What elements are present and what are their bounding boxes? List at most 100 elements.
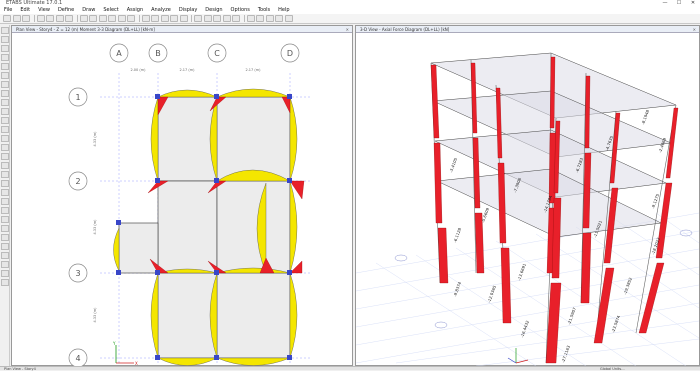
- rotate-icon[interactable]: [127, 15, 135, 22]
- force-diagram-icon[interactable]: [232, 15, 240, 22]
- force-label: -8.1948: [640, 109, 650, 126]
- draw-brace-icon[interactable]: [1, 72, 9, 79]
- plan-view-panel[interactable]: Plan View - Story4 - Z = 12 (m) Moment 3…: [11, 25, 353, 366]
- redo-icon[interactable]: [46, 15, 54, 22]
- plan-view-title: Plan View - Story4 - Z = 12 (m) Moment 3…: [16, 26, 155, 32]
- grid-label-1: 1: [75, 93, 80, 102]
- plan-view-icon[interactable]: [151, 15, 159, 22]
- draw-section-cut-icon[interactable]: [1, 126, 9, 133]
- snap-perpendicular-icon[interactable]: [1, 162, 9, 169]
- menu-tools[interactable]: Tools: [258, 7, 270, 13]
- one-story-icon[interactable]: [1, 243, 9, 250]
- toolbar-separator: [191, 15, 192, 22]
- plan-view-tab[interactable]: Plan View - Story4 - Z = 12 (m) Moment 3…: [12, 26, 352, 33]
- similar-stories-icon[interactable]: [1, 252, 9, 259]
- zoom-out-icon[interactable]: [98, 15, 107, 22]
- 3d-canvas[interactable]: -8.1948 -2.4869 -4.7635 -6.7283 -14.1784…: [356, 33, 699, 366]
- 3d-view-panel[interactable]: 3-D View - Axial Force Diagram (DL+LL) […: [355, 25, 700, 366]
- toolbar-separator: [33, 15, 35, 22]
- refresh-view-icon[interactable]: [1, 279, 9, 286]
- force-label: -27.1163: [560, 344, 571, 363]
- menu-draw[interactable]: Draw: [82, 7, 95, 13]
- snap-ends-icon[interactable]: [1, 144, 9, 151]
- force-label: -9.8374: [452, 281, 462, 298]
- force-label: -6.1128: [452, 227, 462, 244]
- dimension-label: 4.33 (m): [93, 131, 97, 147]
- zoom-fit-icon[interactable]: [108, 15, 116, 22]
- force-label: -12.0365: [486, 284, 497, 303]
- run-analysis-icon[interactable]: [65, 15, 73, 22]
- deformed-shape-icon[interactable]: [222, 15, 231, 22]
- select-all-icon[interactable]: [246, 15, 255, 22]
- reports-icon[interactable]: [284, 15, 293, 22]
- draw-column-icon[interactable]: [1, 63, 9, 70]
- pointer-icon[interactable]: [1, 27, 9, 34]
- plan-canvas[interactable]: A B C D 1 2 3 4 2.00 (m) 2.17 (m) 2.17 (…: [12, 33, 352, 366]
- 3d-view-title: 3-D View - Axial Force Diagram (DL+LL) […: [360, 26, 450, 32]
- force-label: -21.5907: [566, 306, 577, 325]
- force-label: -13.6691: [516, 262, 527, 281]
- zoom-in-icon[interactable]: [89, 15, 97, 22]
- up-story-icon[interactable]: [170, 15, 178, 22]
- display-options-icon[interactable]: [194, 15, 202, 22]
- snap-points-icon[interactable]: [1, 135, 9, 142]
- menu-analyze[interactable]: Analyze: [151, 7, 171, 13]
- menu-design[interactable]: Design: [205, 7, 222, 13]
- shrink-objects-icon[interactable]: [203, 15, 212, 22]
- menu-options[interactable]: Options: [231, 7, 250, 13]
- down-story-icon[interactable]: [179, 15, 188, 22]
- draw-wall-icon[interactable]: [1, 90, 9, 97]
- zoom-window-icon[interactable]: [79, 15, 88, 22]
- dimension-label: 2.17 (m): [245, 68, 261, 72]
- select-story-icon[interactable]: [1, 216, 9, 223]
- close-icon[interactable]: ✕: [346, 27, 349, 32]
- menu-help[interactable]: Help: [278, 7, 289, 13]
- snap-lines-icon[interactable]: [1, 171, 9, 178]
- select-window-icon[interactable]: [1, 198, 9, 205]
- lock-icon[interactable]: [55, 15, 64, 22]
- select-all-stories-icon[interactable]: [1, 225, 9, 232]
- design-icon[interactable]: [275, 15, 283, 22]
- draw-dimension-icon[interactable]: [1, 108, 9, 115]
- menu-view[interactable]: View: [38, 7, 50, 13]
- status-bar: Plan View - Story4 Global Units...: [0, 366, 700, 371]
- menu-assign[interactable]: Assign: [127, 7, 143, 13]
- grid-label-A: A: [116, 49, 122, 58]
- menu-bar: File Edit View Define Draw Select Assign…: [0, 6, 700, 14]
- select-single-icon[interactable]: [1, 189, 9, 196]
- save-icon[interactable]: [22, 15, 30, 22]
- close-icon[interactable]: ✕: [693, 27, 696, 32]
- draw-floor-icon[interactable]: [1, 81, 9, 88]
- grid-label-C: C: [214, 49, 220, 58]
- reshape-icon[interactable]: [1, 36, 9, 43]
- menu-define[interactable]: Define: [58, 7, 74, 13]
- pan-icon[interactable]: [117, 15, 126, 22]
- draw-joint-icon[interactable]: [1, 45, 9, 52]
- snap-intersections-icon[interactable]: [1, 153, 9, 160]
- measure-icon[interactable]: [1, 270, 9, 277]
- draw-opening-icon[interactable]: [1, 99, 9, 106]
- 3d-view-icon[interactable]: [141, 15, 150, 22]
- open-icon[interactable]: [12, 15, 21, 22]
- dimension-label: 4.33 (m): [93, 219, 97, 235]
- menu-select[interactable]: Select: [103, 7, 118, 13]
- all-stories-icon[interactable]: [1, 261, 9, 268]
- clear-selection-icon[interactable]: [265, 15, 274, 22]
- 3d-view-tab[interactable]: 3-D View - Axial Force Diagram (DL+LL) […: [356, 26, 699, 33]
- toolbar-separator: [76, 15, 78, 22]
- undeformed-shape-icon[interactable]: [213, 15, 221, 22]
- menu-file[interactable]: File: [4, 7, 12, 13]
- menu-edit[interactable]: Edit: [20, 7, 30, 13]
- menu-display[interactable]: Display: [179, 7, 197, 13]
- previous-selection-icon[interactable]: [256, 15, 264, 22]
- draw-grid-icon[interactable]: [1, 117, 9, 124]
- select-similar-icon[interactable]: [1, 234, 9, 241]
- new-model-icon[interactable]: [3, 15, 11, 22]
- select-intersect-icon[interactable]: [1, 207, 9, 214]
- force-label: -16.4432: [519, 319, 530, 338]
- draw-beam-icon[interactable]: [1, 54, 9, 61]
- snap-fine-grid-icon[interactable]: [1, 180, 9, 187]
- dimension-label: 4.33 (m): [93, 307, 97, 323]
- elevation-view-icon[interactable]: [160, 15, 169, 22]
- undo-icon[interactable]: [36, 15, 45, 22]
